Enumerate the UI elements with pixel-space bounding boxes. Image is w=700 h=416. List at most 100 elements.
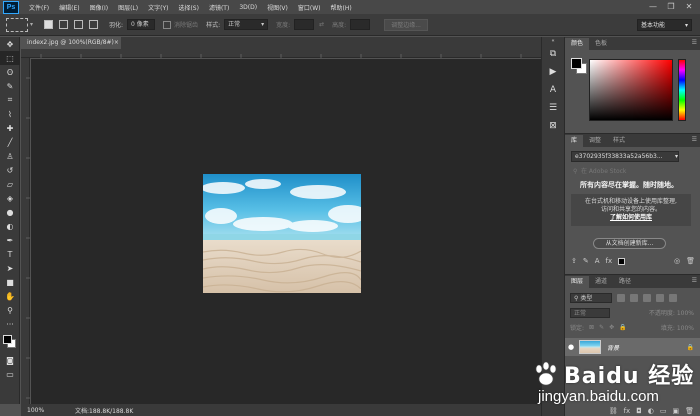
document-tab[interactable]: index2.jpg @ 100%(RGB/8#) ×: [21, 37, 121, 49]
dodge-icon[interactable]: ◐: [0, 219, 20, 233]
quick-select-icon[interactable]: ✎: [0, 79, 20, 93]
path-select-icon[interactable]: ➤: [0, 261, 20, 275]
notes-icon[interactable]: ☰: [542, 99, 564, 117]
close-window-icon[interactable]: ✕: [680, 0, 698, 14]
lasso-icon[interactable]: ʘ: [0, 65, 20, 79]
menu-select[interactable]: 选择(S): [173, 3, 204, 12]
width-input[interactable]: [294, 19, 315, 30]
menu-3d[interactable]: 3D(D): [234, 4, 262, 11]
menu-image[interactable]: 图像(I): [85, 3, 113, 12]
lock-pixels-icon[interactable]: ✎: [599, 324, 604, 331]
height-input[interactable]: [350, 19, 371, 30]
swap-icon[interactable]: ⇄: [319, 21, 324, 28]
close-tab-icon[interactable]: ×: [114, 37, 119, 49]
stock-search[interactable]: ⚲ 在 Adobe Stock: [571, 166, 693, 177]
filter-kind-select[interactable]: ⚲ 类型: [570, 292, 612, 303]
hand-icon[interactable]: ✋: [0, 289, 20, 303]
menu-view[interactable]: 视图(V): [262, 3, 293, 12]
create-library-button[interactable]: 从文档创建新库...: [593, 238, 666, 249]
sync-icon[interactable]: ◎: [674, 257, 680, 265]
menu-edit[interactable]: 编辑(E): [54, 3, 84, 12]
opacity-control[interactable]: 不透明度: 100%: [649, 308, 694, 317]
fg-bg-toolbar-icon[interactable]: [0, 333, 20, 353]
antialias-checkbox[interactable]: [163, 20, 172, 29]
library-select[interactable]: e3702935f33833a52a56b3... ▾: [571, 151, 679, 162]
pixel-filter-icon[interactable]: [617, 293, 625, 302]
panel-menu-icon[interactable]: ☰: [692, 39, 697, 46]
lock-all-icon[interactable]: 🔒: [619, 324, 626, 331]
tab-styles[interactable]: 样式: [607, 135, 631, 147]
foreground-color[interactable]: [571, 58, 582, 69]
trash-icon[interactable]: 🗑: [686, 257, 695, 265]
eyedropper-icon[interactable]: ⌇: [0, 107, 20, 121]
add-text-icon[interactable]: A: [595, 257, 600, 265]
restore-icon[interactable]: ❐: [662, 0, 680, 14]
crop-icon[interactable]: ⌗: [0, 93, 20, 107]
panel-menu-icon[interactable]: ☰: [692, 136, 697, 143]
tab-color[interactable]: 颜色: [565, 38, 590, 50]
blend-mode-select[interactable]: 正常: [570, 307, 610, 318]
panel-menu-icon[interactable]: ☰: [692, 277, 697, 284]
minimize-icon[interactable]: —: [644, 0, 662, 14]
history-icon[interactable]: ⧉: [542, 45, 564, 63]
lock-transparency-icon[interactable]: ⊠: [589, 324, 594, 331]
horizontal-ruler[interactable]: [21, 49, 541, 58]
marquee-icon[interactable]: ⬚: [0, 51, 20, 65]
layer-name[interactable]: 背景: [607, 343, 619, 352]
adjustment-filter-icon[interactable]: [630, 293, 638, 302]
tab-layers[interactable]: 图层: [565, 276, 590, 288]
smart-object-filter-icon[interactable]: [669, 293, 677, 302]
menu-filter[interactable]: 滤镜(T): [204, 3, 234, 12]
lock-position-icon[interactable]: ✥: [609, 324, 614, 331]
paint-bucket-icon[interactable]: ◈: [0, 191, 20, 205]
menu-file[interactable]: 文件(F): [24, 3, 54, 12]
learn-library-link[interactable]: 了解如何使用库: [571, 214, 691, 222]
intersect-selection-icon[interactable]: [89, 20, 99, 29]
color-spectrum[interactable]: [589, 59, 673, 121]
add-graphic-icon[interactable]: ✎: [583, 257, 589, 265]
collapse-icon[interactable]: «: [542, 37, 564, 45]
stamp-icon[interactable]: ♙: [0, 149, 20, 163]
adjustments-icon[interactable]: ⊠: [542, 117, 564, 135]
move-icon[interactable]: ✥: [0, 37, 20, 51]
subtract-selection-icon[interactable]: [74, 20, 84, 29]
rectangle-icon[interactable]: ■: [0, 275, 20, 289]
tab-libraries[interactable]: 库: [565, 135, 584, 147]
feather-input[interactable]: 0 像素: [127, 19, 156, 30]
add-selection-icon[interactable]: [59, 20, 69, 29]
eraser-icon[interactable]: ▱: [0, 177, 20, 191]
style-select[interactable]: 正常 ▾: [224, 19, 269, 30]
document-image[interactable]: [203, 174, 361, 293]
tab-paths[interactable]: 路径: [613, 276, 637, 288]
character-icon[interactable]: A: [542, 81, 564, 99]
new-selection-icon[interactable]: [44, 20, 54, 29]
brush-icon[interactable]: ╱: [0, 135, 20, 149]
layer-row[interactable]: ● 背景 🔒: [565, 338, 700, 356]
tab-swatches[interactable]: 色板: [589, 38, 613, 50]
document-size[interactable]: 文档:188.8K/188.8K: [75, 406, 133, 415]
fill-control[interactable]: 填充: 100%: [661, 323, 694, 332]
healing-icon[interactable]: ✚: [0, 121, 20, 135]
add-style-icon[interactable]: fx: [606, 257, 613, 265]
zoom-level[interactable]: 100%: [21, 407, 51, 414]
workspace-select[interactable]: 基本功能 ▾: [637, 19, 692, 31]
eye-icon[interactable]: ●: [565, 343, 577, 351]
hue-slider[interactable]: [678, 59, 686, 121]
vertical-ruler[interactable]: [21, 58, 30, 404]
menu-type[interactable]: 文字(Y): [143, 3, 173, 12]
chevron-down-icon[interactable]: ▾: [30, 21, 33, 28]
tool-preset-picker[interactable]: [6, 17, 28, 32]
zoom-icon[interactable]: ⚲: [0, 303, 20, 317]
shape-filter-icon[interactable]: [656, 293, 664, 302]
upload-icon[interactable]: ⇪: [571, 257, 577, 265]
type-icon[interactable]: T: [0, 247, 20, 261]
blur-icon[interactable]: ●: [0, 205, 20, 219]
history-brush-icon[interactable]: ↺: [0, 163, 20, 177]
refine-edge-button[interactable]: 调整边缘...: [384, 18, 428, 31]
canvas-area[interactable]: [31, 59, 541, 404]
add-color-icon[interactable]: [618, 257, 626, 265]
quick-mask-icon[interactable]: ◙: [0, 353, 20, 367]
more-tools-icon[interactable]: ···: [0, 317, 20, 331]
menu-help[interactable]: 帮助(H): [326, 3, 357, 12]
play-action-icon[interactable]: ▶: [542, 63, 564, 81]
